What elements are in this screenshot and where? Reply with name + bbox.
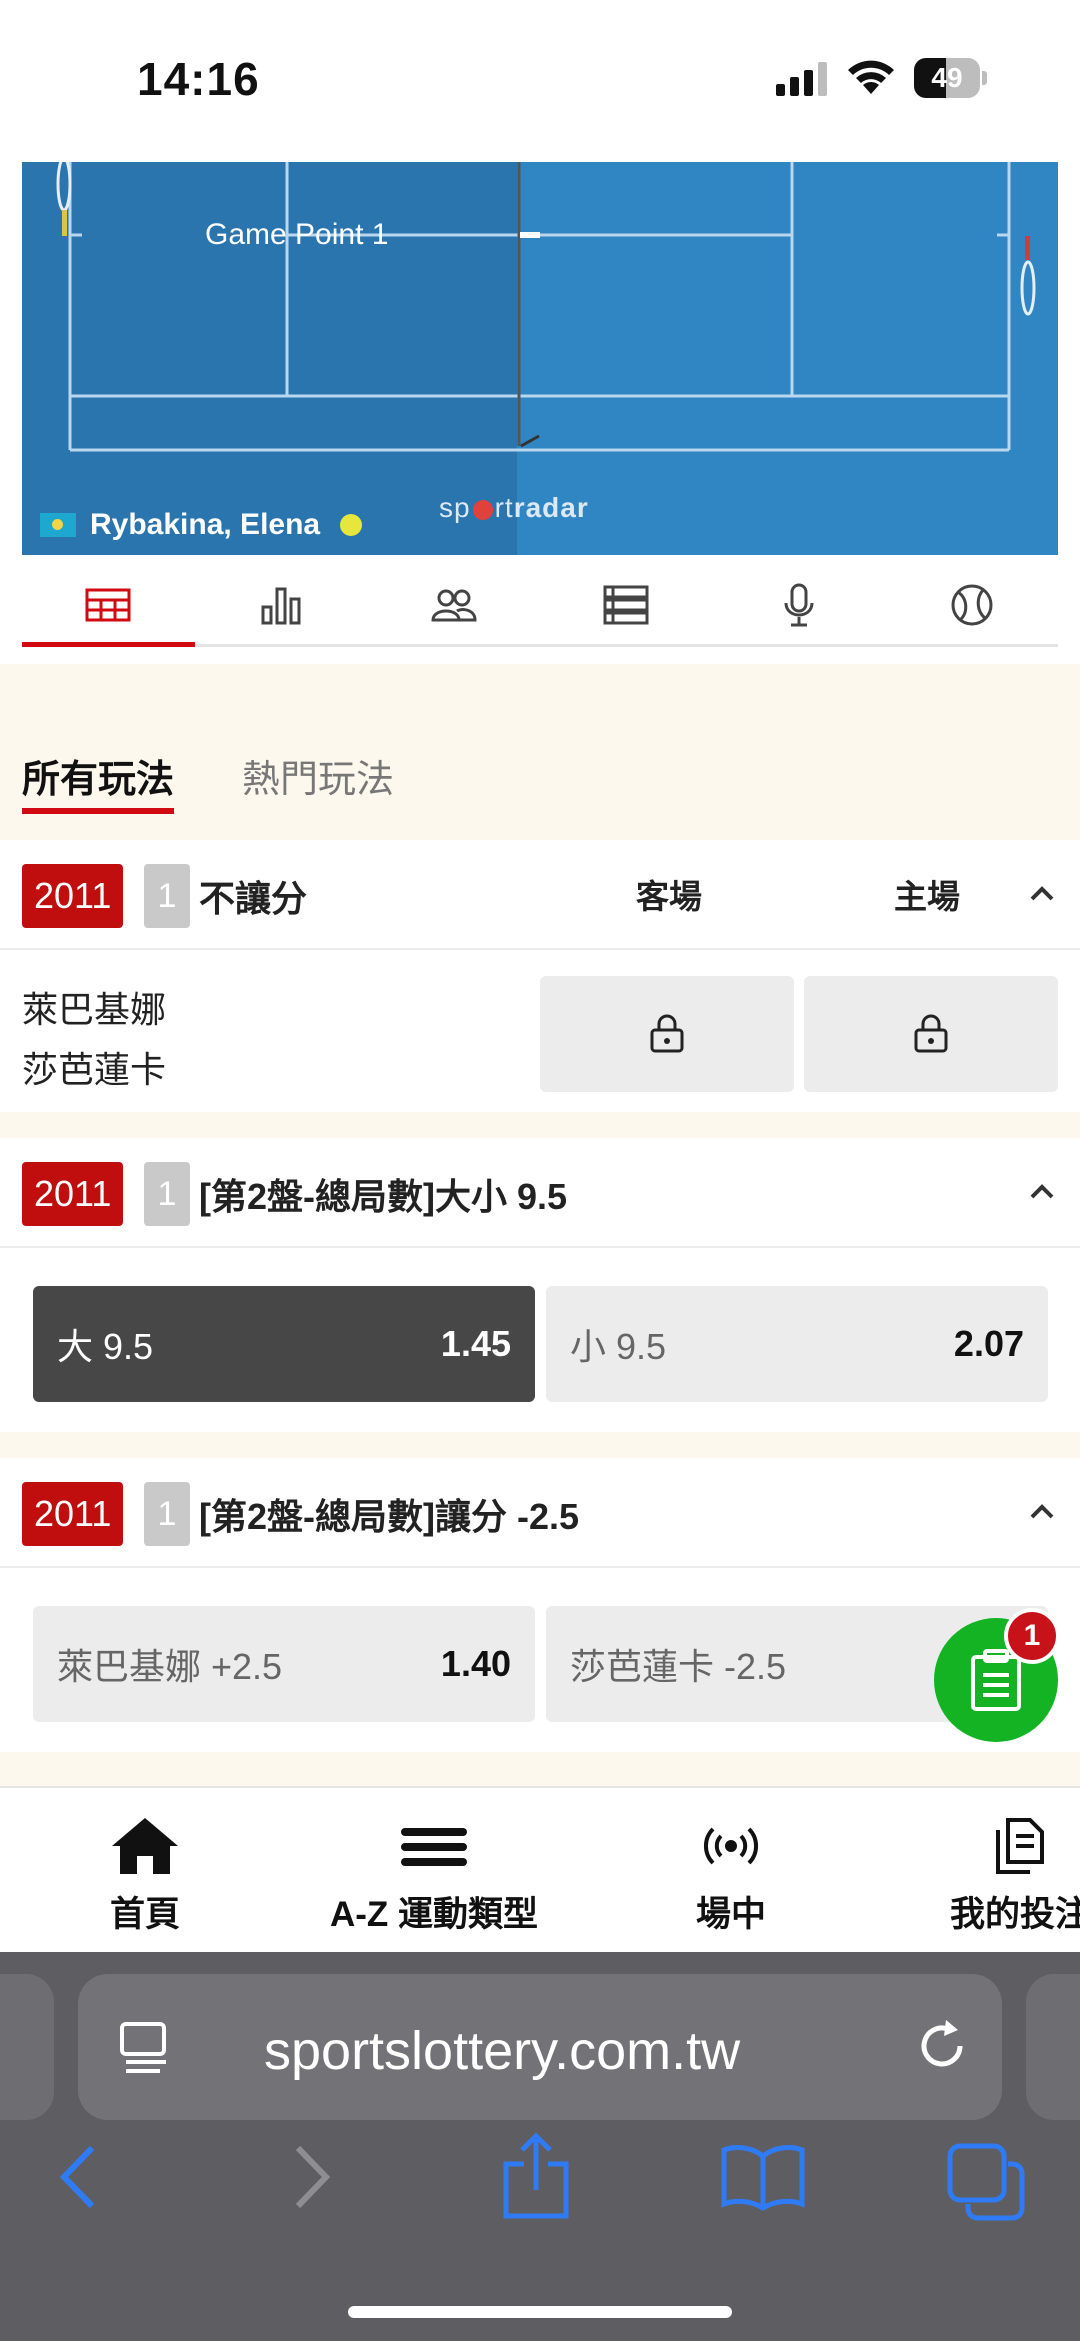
tab-statistics[interactable] — [195, 565, 368, 644]
nav-a-z-sports[interactable]: A-Z 運動類型 — [330, 1816, 538, 1937]
stats-icon — [261, 587, 301, 624]
nav-live[interactable]: 場中 — [696, 1816, 766, 1937]
tab-all-markets[interactable]: 所有玩法 — [22, 748, 175, 814]
kazakhstan-flag-icon — [40, 513, 76, 537]
status-time: 14:16 — [137, 53, 260, 105]
market-seq-badge: 1 — [144, 864, 190, 928]
tab-commentary[interactable] — [713, 565, 886, 644]
wifi-icon — [848, 60, 894, 94]
market-seq-badge: 1 — [144, 1162, 190, 1226]
market-title: [第2盤-總局數]大小 9.5 — [199, 1176, 568, 1217]
odds-label: 萊巴基娜 +2.5 — [57, 1646, 283, 1687]
menu-icon — [401, 1828, 468, 1866]
market-header[interactable]: 2011 1 不讓分 客場 主場 — [0, 840, 1080, 950]
live-court-tracker: Game Point 1 Rybakina, Elena sp rtradar — [22, 162, 1058, 555]
market-seq-badge: 1 — [144, 1482, 190, 1546]
game-point-label: Game Point 1 — [205, 218, 389, 251]
odds-label: 莎芭蓮卡 -2.5 — [570, 1646, 787, 1687]
lock-icon — [914, 1014, 948, 1053]
nav-label: 場中 — [696, 1895, 767, 1934]
status-bar: 14:16 49 — [0, 0, 1080, 160]
tab-tennis-info[interactable] — [885, 565, 1058, 644]
market-code-badge: 2011 — [22, 864, 124, 928]
previous-tab-preview[interactable] — [0, 1974, 54, 2120]
odds-label: 小 9.5 — [570, 1326, 667, 1367]
list-icon — [603, 585, 649, 624]
market-code-badge: 2011 — [22, 1162, 124, 1226]
tab-popular-markets[interactable]: 熱門玩法 — [242, 748, 394, 803]
collapse-chevron-icon[interactable] — [1022, 1172, 1062, 1212]
odds-value: 1.45 — [440, 1323, 511, 1364]
player-name: Rybakina, Elena — [90, 508, 321, 541]
players-icon — [431, 589, 477, 621]
market-body: 大 9.5 1.45 小 9.5 2.07 — [0, 1250, 1080, 1432]
nav-my-bets[interactable]: 我的投注 — [950, 1816, 1080, 1937]
odds-value: 2.07 — [953, 1323, 1024, 1364]
match-info-tabs — [22, 565, 1058, 647]
lock-icon — [650, 1014, 684, 1053]
address-bar[interactable]: sportslottery.com.tw — [78, 1974, 1002, 2120]
odds-button-handicap-a[interactable]: 萊巴基娜 +2.5 1.40 — [33, 1606, 535, 1722]
team-b-name: 莎芭蓮卡 — [22, 1049, 167, 1090]
odds-value: 1.40 — [440, 1643, 511, 1684]
battery-level: 49 — [931, 62, 963, 93]
table-icon — [85, 588, 131, 621]
home-odds-locked-button[interactable] — [804, 976, 1058, 1092]
team-a-name: 萊巴基娜 — [22, 989, 167, 1030]
nav-label: 我的投注 — [950, 1895, 1080, 1934]
back-icon[interactable] — [56, 2142, 100, 2212]
tab-scoreboard[interactable] — [22, 565, 195, 647]
bet-slip-button[interactable]: 1 — [934, 1608, 1060, 1742]
tab-lineups[interactable] — [367, 565, 540, 644]
tennis-ball-icon — [951, 584, 993, 625]
away-odds-locked-button[interactable] — [540, 976, 794, 1092]
bookmarks-icon[interactable] — [720, 2142, 806, 2212]
live-icon — [703, 1827, 759, 1865]
serve-ball-icon — [340, 514, 363, 536]
market-title: [第2盤-總局數]讓分 -2.5 — [199, 1496, 580, 1537]
sportradar-logo: sp rtradar — [439, 492, 589, 523]
home-indicator — [348, 2306, 732, 2318]
forward-icon[interactable] — [290, 2142, 334, 2212]
collapse-chevron-icon[interactable] — [1022, 1492, 1062, 1532]
bets-icon — [996, 1818, 1044, 1874]
next-tab-preview[interactable] — [1026, 1974, 1080, 2120]
market-code-badge: 2011 — [22, 1482, 124, 1546]
odds-button-under[interactable]: 小 9.5 2.07 — [546, 1286, 1048, 1402]
browser-toolbar: sportslottery.com.tw — [0, 1952, 1080, 2341]
serving-player: Rybakina, Elena — [40, 508, 363, 542]
home-icon — [112, 1818, 178, 1874]
odds-label: 大 9.5 — [57, 1326, 154, 1367]
team-names: 萊巴基娜 莎芭蓮卡 — [22, 980, 166, 1100]
tabs-icon[interactable] — [946, 2142, 1026, 2222]
microphone-icon — [784, 583, 814, 626]
battery-icon: 49 — [914, 58, 987, 98]
collapse-chevron-icon[interactable] — [1022, 874, 1062, 914]
bet-slip-count-badge: 1 — [1004, 1608, 1060, 1664]
nav-label: A-Z 運動類型 — [330, 1895, 539, 1934]
page-menu-icon[interactable] — [118, 2020, 174, 2076]
nav-home[interactable]: 首頁 — [110, 1816, 180, 1937]
tab-events[interactable] — [540, 565, 713, 644]
nav-label: 首頁 — [110, 1895, 181, 1934]
reload-icon[interactable] — [912, 2016, 972, 2076]
market-header[interactable]: 2011 1 [第2盤-總局數]讓分 -2.5 — [0, 1458, 1080, 1568]
cellular-signal-icon — [776, 62, 827, 96]
market-body: 萊巴基娜 +2.5 1.40 莎芭蓮卡 -2.5 — [0, 1570, 1080, 1752]
url-text: sportslottery.com.tw — [264, 2021, 741, 2081]
column-away-label: 客場 — [636, 878, 702, 915]
share-icon[interactable] — [500, 2130, 572, 2220]
market-title: 不讓分 — [199, 878, 308, 919]
odds-button-over[interactable]: 大 9.5 1.45 — [33, 1286, 535, 1402]
bottom-navigation: 首頁 A-Z 運動類型 場中 我的投注 — [0, 1786, 1080, 1952]
market-body: 萊巴基娜 莎芭蓮卡 — [0, 952, 1080, 1112]
column-home-label: 主場 — [894, 878, 960, 915]
market-header[interactable]: 2011 1 [第2盤-總局數]大小 9.5 — [0, 1138, 1080, 1248]
